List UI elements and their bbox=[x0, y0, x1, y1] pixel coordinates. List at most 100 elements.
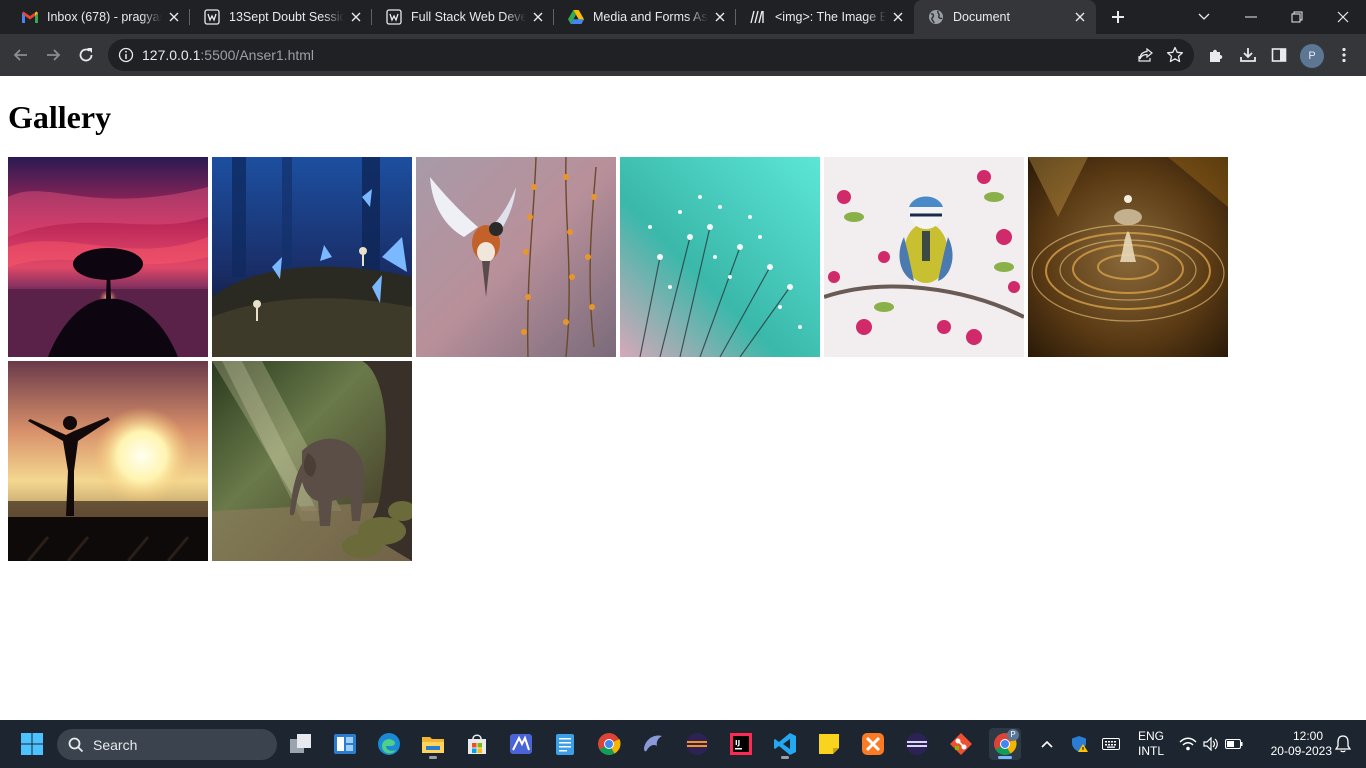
keyboard-layout: INTL bbox=[1137, 744, 1164, 758]
ms-pinned-app-button[interactable] bbox=[505, 728, 537, 760]
arrow-left-icon bbox=[13, 49, 27, 61]
xampp-icon bbox=[862, 733, 884, 755]
downloads-button[interactable] bbox=[1232, 39, 1264, 71]
notepad-icon bbox=[556, 734, 574, 755]
page-icon bbox=[386, 9, 402, 25]
git-icon bbox=[950, 733, 972, 755]
restore-icon bbox=[1291, 11, 1303, 23]
notifications-button[interactable] bbox=[1330, 728, 1356, 760]
eclipse-2-button[interactable] bbox=[901, 728, 933, 760]
blue-tit-image bbox=[824, 157, 1024, 357]
info-icon[interactable] bbox=[118, 47, 134, 63]
close-icon[interactable] bbox=[166, 9, 182, 25]
browser-toolbar: 127.0.0.1:5500/Anser1.html bbox=[0, 34, 1366, 76]
widgets-button[interactable] bbox=[329, 728, 361, 760]
eclipse-button[interactable] bbox=[681, 728, 713, 760]
reload-button[interactable] bbox=[70, 39, 102, 71]
volume-icon bbox=[1203, 737, 1218, 751]
show-hidden-icons-button[interactable] bbox=[1032, 728, 1062, 760]
side-panel-button[interactable] bbox=[1263, 39, 1295, 71]
notepad-button[interactable] bbox=[549, 728, 581, 760]
chrome-profile-badge: P bbox=[1007, 729, 1019, 741]
url-path: :5500/Anser1.html bbox=[200, 47, 315, 63]
address-bar[interactable]: 127.0.0.1:5500/Anser1.html bbox=[108, 39, 1194, 71]
xampp-button[interactable] bbox=[857, 728, 889, 760]
tab-title: <img>: The Image Em bbox=[775, 10, 886, 24]
butterflies-image bbox=[212, 157, 412, 357]
tab-gmail[interactable]: Inbox (678) - pragyas bbox=[8, 0, 190, 34]
dolphin-app-button[interactable] bbox=[637, 728, 669, 760]
mdn-icon bbox=[750, 9, 766, 25]
globe-icon bbox=[928, 9, 944, 25]
back-button[interactable] bbox=[5, 39, 37, 71]
start-button[interactable] bbox=[16, 728, 48, 760]
forward-button[interactable] bbox=[37, 39, 69, 71]
tab-search-button[interactable] bbox=[1181, 0, 1227, 34]
restore-button[interactable] bbox=[1274, 0, 1320, 34]
close-icon[interactable] bbox=[890, 9, 906, 25]
chrome-pinned-button[interactable] bbox=[593, 728, 625, 760]
gallery-image bbox=[212, 157, 412, 357]
gallery-image bbox=[416, 157, 616, 357]
water-splash-image bbox=[1028, 157, 1228, 357]
puzzle-icon bbox=[1210, 49, 1223, 62]
tab-title: Full Stack Web Develo bbox=[411, 10, 526, 24]
gallery-image bbox=[1028, 157, 1228, 357]
widgets-icon bbox=[334, 734, 356, 754]
gallery bbox=[8, 157, 1232, 561]
close-icon[interactable] bbox=[530, 9, 546, 25]
keyboard-tray-button[interactable] bbox=[1097, 728, 1125, 760]
url-text: 127.0.0.1:5500/Anser1.html bbox=[142, 47, 314, 63]
download-icon bbox=[1240, 48, 1256, 62]
intellij-icon: IJ bbox=[730, 733, 752, 755]
edge-button[interactable] bbox=[373, 728, 405, 760]
tab-mdn-img[interactable]: <img>: The Image Em bbox=[736, 0, 914, 34]
close-icon[interactable] bbox=[712, 9, 728, 25]
clock-date: 20-09-2023 bbox=[1270, 744, 1332, 758]
git-app-button[interactable] bbox=[945, 728, 977, 760]
taskbar-search[interactable]: Search bbox=[57, 729, 277, 760]
clock[interactable]: 12:00 20-09-2023 bbox=[1252, 729, 1332, 759]
woman-sunset-image bbox=[8, 361, 208, 561]
close-icon[interactable] bbox=[1072, 9, 1088, 25]
intellij-button[interactable]: IJ bbox=[725, 728, 757, 760]
new-tab-button[interactable] bbox=[1104, 3, 1132, 31]
web-page: Gallery bbox=[0, 76, 1366, 720]
language-indicator[interactable]: ENG INTL bbox=[1130, 729, 1172, 759]
search-icon bbox=[68, 737, 84, 753]
store-button[interactable] bbox=[461, 728, 493, 760]
tab-strip: Inbox (678) - pragyas 13Sept Doubt Sessi… bbox=[0, 0, 1366, 34]
plus-icon bbox=[1112, 11, 1124, 23]
share-icon[interactable] bbox=[1138, 47, 1154, 63]
vscode-icon bbox=[774, 733, 796, 755]
edge-icon bbox=[378, 733, 400, 755]
bookmark-star-icon[interactable] bbox=[1166, 46, 1184, 64]
windows-logo-icon bbox=[21, 733, 43, 755]
quick-settings-button[interactable] bbox=[1176, 728, 1246, 760]
close-window-button[interactable] bbox=[1320, 0, 1366, 34]
tab-document-active[interactable]: Document bbox=[914, 0, 1096, 34]
file-explorer-button[interactable] bbox=[417, 728, 449, 760]
menu-button[interactable] bbox=[1328, 39, 1360, 71]
sticky-notes-button[interactable] bbox=[813, 728, 845, 760]
close-icon[interactable] bbox=[348, 9, 364, 25]
tab-title: Document bbox=[953, 10, 1010, 24]
gmail-icon bbox=[22, 9, 38, 25]
tab-doubt-session[interactable]: 13Sept Doubt Session bbox=[190, 0, 372, 34]
gallery-image bbox=[824, 157, 1024, 357]
gallery-image bbox=[8, 361, 208, 561]
task-view-button[interactable] bbox=[285, 728, 317, 760]
chrome-active-button[interactable]: P bbox=[989, 728, 1021, 760]
tab-full-stack[interactable]: Full Stack Web Develo bbox=[372, 0, 554, 34]
vscode-button[interactable] bbox=[769, 728, 801, 760]
gallery-image bbox=[212, 361, 412, 561]
minimize-button[interactable] bbox=[1228, 0, 1274, 34]
minimize-icon bbox=[1245, 16, 1257, 18]
tab-media-forms[interactable]: Media and Forms Ass bbox=[554, 0, 736, 34]
profile-avatar[interactable]: P bbox=[1300, 44, 1324, 68]
chevron-down-icon bbox=[1198, 13, 1210, 20]
google-drive-icon bbox=[568, 9, 584, 25]
eclipse-icon bbox=[906, 733, 928, 755]
security-tray-button[interactable] bbox=[1066, 728, 1094, 760]
extensions-button[interactable] bbox=[1200, 39, 1232, 71]
